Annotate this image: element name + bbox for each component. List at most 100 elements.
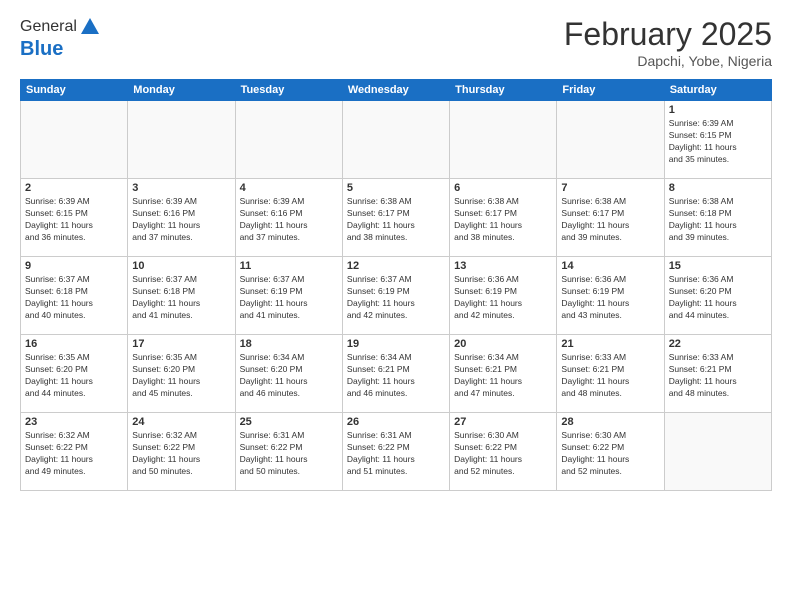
day-number-4: 4 [240, 182, 338, 194]
day-number-3: 3 [132, 182, 230, 194]
day-number-12: 12 [347, 260, 445, 272]
cell-w4-d5: 28 Sunrise: 6:30 AM Sunset: 6:22 PM Dayli… [557, 413, 664, 491]
cell-w1-d6: 8 Sunrise: 6:38 AM Sunset: 6:18 PM Daylig… [664, 179, 771, 257]
cell-w4-d0: 23Sunrise: 6:32 AM Sunset: 6:22 PM Dayli… [21, 413, 128, 491]
cell-w4-d4: 27 Sunrise: 6:30 AM Sunset: 6:22 PM Dayli… [450, 413, 557, 491]
cell-w3-d0: 16Sunrise: 6:35 AM Sunset: 6:20 PM Dayli… [21, 335, 128, 413]
week-row-0: 1 Sunrise: 6:39 AM Sunset: 6:15 PM Daylig… [21, 101, 772, 179]
cell-w0-d3 [342, 101, 449, 179]
day-info-3: Sunrise: 6:39 AM Sunset: 6:16 PM Dayligh… [132, 196, 230, 244]
cell-w4-d1: 24Sunrise: 6:32 AM Sunset: 6:22 PM Dayli… [128, 413, 235, 491]
day-info-22: Sunrise: 6:33 AM Sunset: 6:21 PM Dayligh… [669, 352, 767, 400]
day-info-15: Sunrise: 6:36 AM Sunset: 6:20 PM Dayligh… [669, 274, 767, 322]
day-info-20: Sunrise: 6:34 AM Sunset: 6:21 PM Dayligh… [454, 352, 552, 400]
month-title: February 2025 [564, 16, 772, 53]
calendar: Sunday Monday Tuesday Wednesday Thursday… [20, 79, 772, 491]
cell-w0-d2 [235, 101, 342, 179]
page: General Blue February 2025 Dapchi, Yobe,… [0, 0, 792, 612]
cell-w3-d4: 20 Sunrise: 6:34 AM Sunset: 6:21 PM Dayli… [450, 335, 557, 413]
header-tuesday: Tuesday [235, 80, 342, 101]
day-info-21: Sunrise: 6:33 AM Sunset: 6:21 PM Dayligh… [561, 352, 659, 400]
cell-w2-d0: 9 Sunrise: 6:37 AM Sunset: 6:18 PM Daylig… [21, 257, 128, 335]
day-number-21: 21 [561, 338, 659, 350]
week-row-4: 23Sunrise: 6:32 AM Sunset: 6:22 PM Dayli… [21, 413, 772, 491]
logo-blue-text: Blue [20, 38, 63, 60]
day-number-13: 13 [454, 260, 552, 272]
week-row-1: 2 Sunrise: 6:39 AM Sunset: 6:15 PM Daylig… [21, 179, 772, 257]
cell-w2-d2: 11Sunrise: 6:37 AM Sunset: 6:19 PM Dayli… [235, 257, 342, 335]
day-number-26: 26 [347, 416, 445, 428]
header-wednesday: Wednesday [342, 80, 449, 101]
cell-w3-d3: 19 Sunrise: 6:34 AM Sunset: 6:21 PM Dayli… [342, 335, 449, 413]
cell-w2-d1: 10 Sunrise: 6:37 AM Sunset: 6:18 PM Dayli… [128, 257, 235, 335]
day-number-23: 23 [25, 416, 123, 428]
header-thursday: Thursday [450, 80, 557, 101]
day-info-5: Sunrise: 6:38 AM Sunset: 6:17 PM Dayligh… [347, 196, 445, 244]
day-info-19: Sunrise: 6:34 AM Sunset: 6:21 PM Dayligh… [347, 352, 445, 400]
week-row-3: 16 Sunrise: 6:35 AM Sunset: 6:20 PM Dayli… [21, 335, 772, 413]
logo-general-text: General [20, 18, 77, 36]
day-number-6: 6 [454, 182, 552, 194]
day-number-17: 17 [132, 338, 230, 350]
day-info-26: Sunrise: 6:31 AM Sunset: 6:22 PM Dayligh… [347, 430, 445, 478]
day-info-10: Sunrise: 6:37 AM Sunset: 6:18 PM Dayligh… [132, 274, 230, 322]
cell-w1-d0: 2 Sunrise: 6:39 AM Sunset: 6:15 PM Daylig… [21, 179, 128, 257]
day-info-18: Sunrise: 6:34 AM Sunset: 6:20 PM Dayligh… [240, 352, 338, 400]
day-number-28: 28 [561, 416, 659, 428]
day-number-10: 10 [132, 260, 230, 272]
day-info-7: Sunrise: 6:38 AM Sunset: 6:17 PM Dayligh… [561, 196, 659, 244]
day-info-8: Sunrise: 6:38 AM Sunset: 6:18 PM Dayligh… [669, 196, 767, 244]
day-number-1: 1 [669, 104, 767, 116]
cell-w0-d1 [128, 101, 235, 179]
day-info-1: Sunrise: 6:39 AM Sunset: 6:15 PM Dayligh… [669, 118, 767, 166]
cell-w0-d6: 1 Sunrise: 6:39 AM Sunset: 6:15 PM Daylig… [664, 101, 771, 179]
day-number-24: 24 [132, 416, 230, 428]
day-number-20: 20 [454, 338, 552, 350]
cell-w2-d3: 12 Sunrise: 6:37 AM Sunset: 6:19 PM Dayli… [342, 257, 449, 335]
header-sunday: Sunday [21, 80, 128, 101]
day-number-16: 16 [25, 338, 123, 350]
day-number-5: 5 [347, 182, 445, 194]
cell-w4-d3: 26 Sunrise: 6:31 AM Sunset: 6:22 PM Dayli… [342, 413, 449, 491]
day-info-13: Sunrise: 6:36 AM Sunset: 6:19 PM Dayligh… [454, 274, 552, 322]
day-number-25: 25 [240, 416, 338, 428]
location: Dapchi, Yobe, Nigeria [564, 53, 772, 69]
cell-w0-d5 [557, 101, 664, 179]
day-info-9: Sunrise: 6:37 AM Sunset: 6:18 PM Dayligh… [25, 274, 123, 322]
day-number-22: 22 [669, 338, 767, 350]
cell-w1-d2: 4 Sunrise: 6:39 AM Sunset: 6:16 PM Daylig… [235, 179, 342, 257]
day-number-15: 15 [669, 260, 767, 272]
cell-w1-d5: 7Sunrise: 6:38 AM Sunset: 6:17 PM Daylig… [557, 179, 664, 257]
cell-w3-d6: 22 Sunrise: 6:33 AM Sunset: 6:21 PM Dayli… [664, 335, 771, 413]
day-info-4: Sunrise: 6:39 AM Sunset: 6:16 PM Dayligh… [240, 196, 338, 244]
cell-w1-d4: 6 Sunrise: 6:38 AM Sunset: 6:17 PM Daylig… [450, 179, 557, 257]
day-info-28: Sunrise: 6:30 AM Sunset: 6:22 PM Dayligh… [561, 430, 659, 478]
cell-w2-d4: 13 Sunrise: 6:36 AM Sunset: 6:19 PM Dayli… [450, 257, 557, 335]
cell-w1-d3: 5 Sunrise: 6:38 AM Sunset: 6:17 PM Daylig… [342, 179, 449, 257]
day-number-11: 11 [240, 260, 338, 272]
day-number-9: 9 [25, 260, 123, 272]
header-friday: Friday [557, 80, 664, 101]
week-row-2: 9 Sunrise: 6:37 AM Sunset: 6:18 PM Daylig… [21, 257, 772, 335]
logo: General Blue [20, 16, 101, 61]
cell-w0-d0 [21, 101, 128, 179]
day-number-2: 2 [25, 182, 123, 194]
day-number-8: 8 [669, 182, 767, 194]
day-info-12: Sunrise: 6:37 AM Sunset: 6:19 PM Dayligh… [347, 274, 445, 322]
day-info-2: Sunrise: 6:39 AM Sunset: 6:15 PM Dayligh… [25, 196, 123, 244]
cell-w2-d5: 14Sunrise: 6:36 AM Sunset: 6:19 PM Dayli… [557, 257, 664, 335]
logo-icon [79, 16, 101, 38]
cell-w3-d5: 21 Sunrise: 6:33 AM Sunset: 6:21 PM Dayli… [557, 335, 664, 413]
cell-w0-d4 [450, 101, 557, 179]
day-number-14: 14 [561, 260, 659, 272]
day-number-27: 27 [454, 416, 552, 428]
cell-w3-d2: 18Sunrise: 6:34 AM Sunset: 6:20 PM Dayli… [235, 335, 342, 413]
cell-w2-d6: 15 Sunrise: 6:36 AM Sunset: 6:20 PM Dayli… [664, 257, 771, 335]
day-info-27: Sunrise: 6:30 AM Sunset: 6:22 PM Dayligh… [454, 430, 552, 478]
header-saturday: Saturday [664, 80, 771, 101]
day-number-19: 19 [347, 338, 445, 350]
day-info-17: Sunrise: 6:35 AM Sunset: 6:20 PM Dayligh… [132, 352, 230, 400]
title-block: February 2025 Dapchi, Yobe, Nigeria [564, 16, 772, 69]
cell-w4-d6 [664, 413, 771, 491]
day-info-6: Sunrise: 6:38 AM Sunset: 6:17 PM Dayligh… [454, 196, 552, 244]
